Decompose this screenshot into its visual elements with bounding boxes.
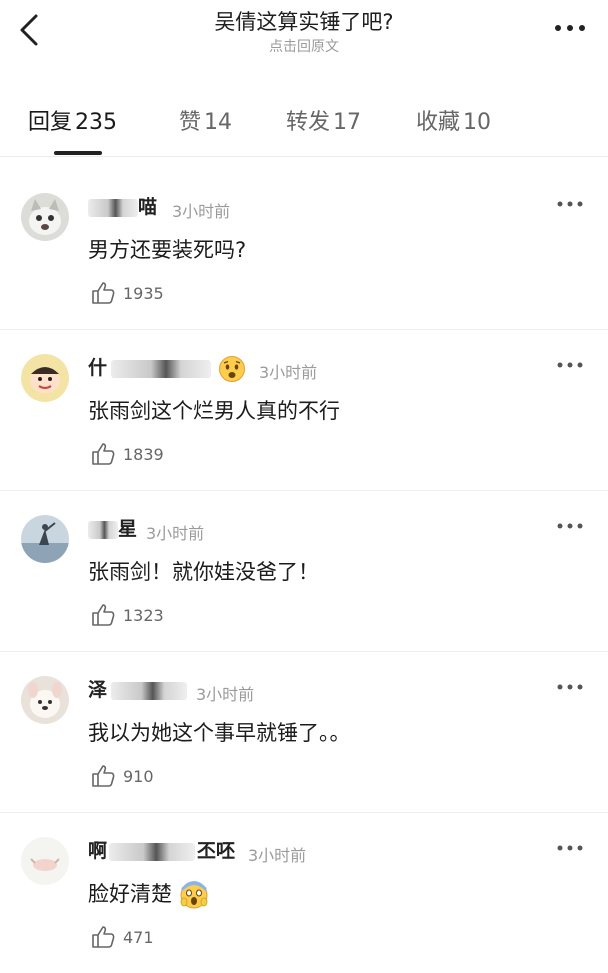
comment-item: 什 3小时前 张雨剑这个烂男人真的不行 1839: [0, 329, 608, 491]
comment-item: 泽 3小时前 我以为她这个事早就锤了。。 910: [0, 651, 608, 813]
thumbs-up-icon: [92, 765, 115, 787]
like-count: 1323: [123, 606, 164, 625]
comment-text: 脸好清楚: [88, 878, 209, 910]
tab-reposts[interactable]: 转发 17: [286, 104, 361, 136]
avatar[interactable]: [21, 515, 69, 563]
comment-item: 喵 3小时前 男方还要装死吗? 1935: [0, 168, 608, 330]
thumbs-up-icon: [92, 443, 115, 465]
tab-count: 17: [333, 110, 362, 135]
tab-count: 10: [463, 110, 492, 135]
comment-text: 男方还要装死吗?: [88, 238, 247, 262]
tab-label: 赞: [179, 110, 202, 135]
comment-time: 3小时前: [172, 202, 231, 221]
username[interactable]: 喵: [88, 192, 157, 219]
avatar[interactable]: [21, 193, 69, 241]
thumbs-up-icon: [92, 926, 115, 948]
more-options-icon[interactable]: [550, 16, 590, 40]
screaming-face-emoji-icon: [180, 881, 208, 909]
tab-label: 回复: [28, 110, 73, 135]
more-options-icon[interactable]: [556, 358, 584, 372]
like-count: 1935: [123, 284, 164, 303]
thumbs-up-icon: [92, 282, 115, 304]
redacted-name: [109, 842, 196, 861]
tab-count: 235: [75, 110, 118, 135]
more-options-icon[interactable]: [556, 197, 584, 211]
back-to-original-link[interactable]: 点击回原文: [0, 36, 608, 56]
like-count: 471: [123, 928, 154, 947]
avatar[interactable]: [21, 354, 69, 402]
redacted-name: [111, 681, 188, 700]
comment-text: 张雨剑！就你娃没爸了！: [88, 560, 319, 584]
tab-bar: 回复 235 赞 14 转发 17 收藏 10: [0, 96, 608, 157]
more-options-icon[interactable]: [556, 680, 584, 694]
more-options-icon[interactable]: [556, 841, 584, 855]
comment-time: 3小时前: [259, 363, 318, 382]
navigation-bar: 吴倩这算实锤了吧? 点击回原文: [0, 0, 608, 66]
tab-label: 收藏: [416, 110, 461, 135]
tab-likes[interactable]: 赞 14: [179, 104, 232, 136]
avatar[interactable]: [21, 676, 69, 724]
tab-replies[interactable]: 回复 235: [28, 104, 117, 136]
username[interactable]: 泽: [88, 675, 188, 702]
comment-item: 啊丕呸 3小时前 脸好清楚 471: [0, 812, 608, 973]
tab-label: 转发: [286, 110, 331, 135]
more-options-icon[interactable]: [556, 519, 584, 533]
like-count: 1839: [123, 445, 164, 464]
avatar[interactable]: [21, 837, 69, 885]
post-title[interactable]: 吴倩这算实锤了吧?: [0, 6, 608, 36]
comment-time: 3小时前: [196, 685, 255, 704]
username[interactable]: 啊丕呸: [88, 836, 235, 863]
username[interactable]: 星: [88, 514, 137, 541]
like-count: 910: [123, 767, 154, 786]
thumbs-up-icon: [92, 604, 115, 626]
comment-item: 星 3小时前 张雨剑！就你娃没爸了！ 1323: [0, 490, 608, 652]
comment-text: 我以为她这个事早就锤了。。: [88, 721, 351, 745]
tab-count: 14: [204, 110, 233, 135]
active-tab-indicator: [54, 151, 102, 155]
username[interactable]: 什: [88, 353, 246, 383]
redacted-name: [111, 359, 212, 378]
redacted-name: [88, 520, 118, 539]
comment-text: 张雨剑这个烂男人真的不行: [88, 399, 340, 423]
redacted-name: [88, 198, 138, 217]
worried-face-emoji-icon: [218, 355, 245, 382]
comment-time: 3小时前: [248, 846, 307, 865]
comment-time: 3小时前: [146, 524, 205, 543]
tab-favorites[interactable]: 收藏 10: [416, 104, 491, 136]
